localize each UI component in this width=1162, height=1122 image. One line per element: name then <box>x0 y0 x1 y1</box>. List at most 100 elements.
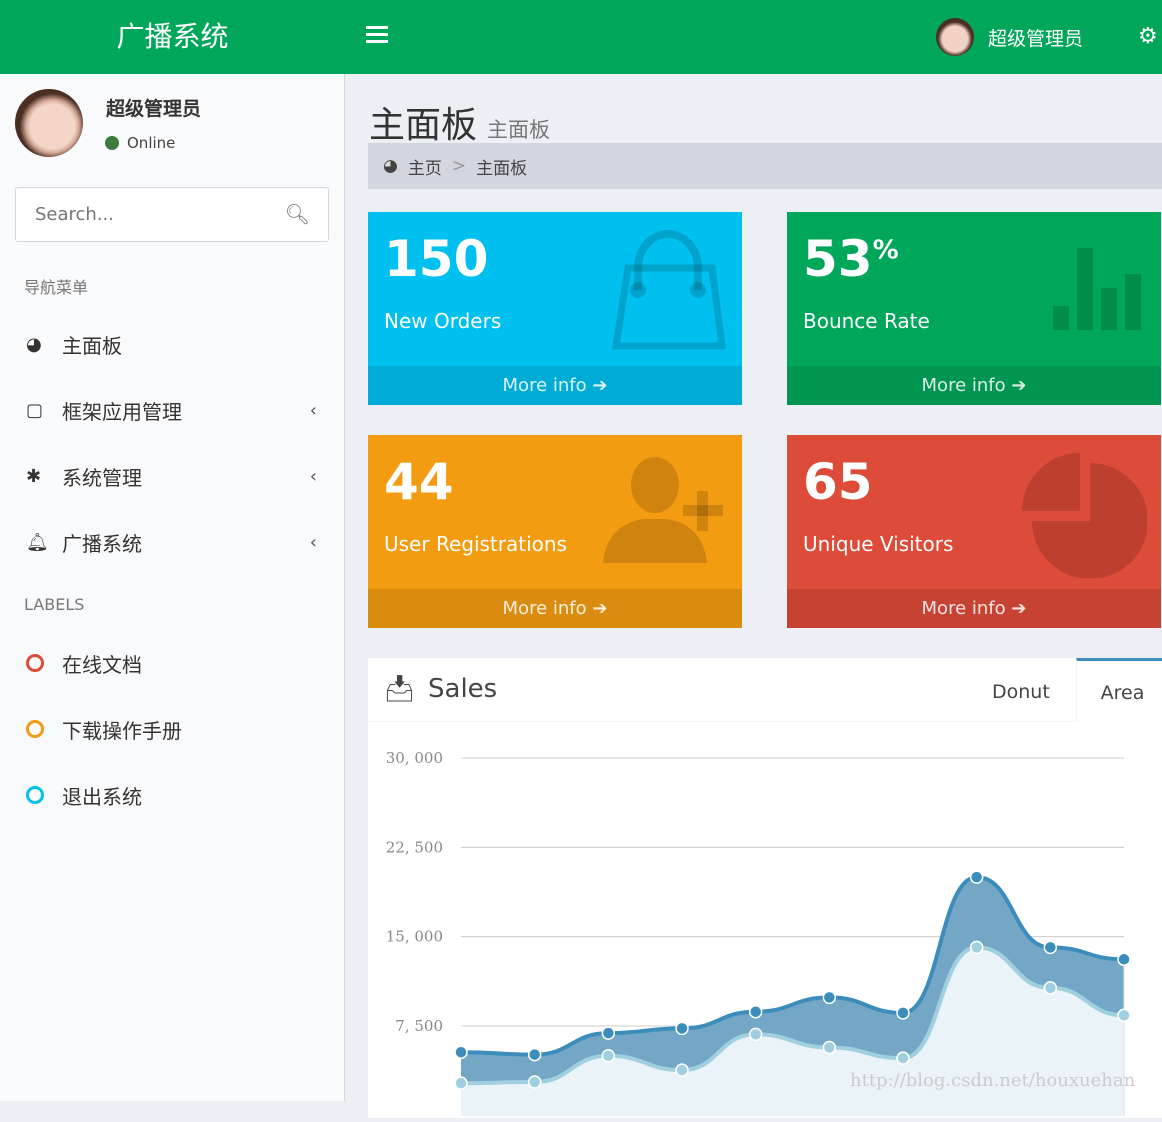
circle-icon <box>26 720 44 738</box>
logo[interactable]: 广播系统 <box>0 0 345 74</box>
stat-label: New Orders <box>384 309 502 333</box>
sidebar-item-label: 主面板 <box>62 333 122 358</box>
chevron-left-icon: ‹ <box>309 465 317 487</box>
status-online: Online <box>105 134 175 152</box>
sales-panel: 📥︎ Sales Donut Area 30, 000 22, 500 15, 000… <box>368 658 1162 1118</box>
page-title: 主面板 主面板 <box>369 96 550 148</box>
pie-chart-icon <box>1022 453 1147 578</box>
stat-label: User Registrations <box>384 532 567 556</box>
label-logout[interactable]: 退出系统 <box>0 765 345 825</box>
inbox-icon: 📥︎ <box>383 674 417 704</box>
stat-value: 44 <box>384 453 454 511</box>
sidebar-item-dashboard[interactable]: ◕ 主面板 <box>0 314 345 374</box>
data-point-series-1[interactable] <box>748 1027 763 1042</box>
breadcrumb-home[interactable]: 主页 <box>408 154 442 179</box>
data-point-series-1[interactable] <box>454 1076 468 1090</box>
stat-label: Bounce Rate <box>803 309 930 333</box>
stat-box-visitors: 65 Unique Visitors More info ➔ <box>787 435 1161 628</box>
chevron-left-icon: ‹ <box>309 399 317 421</box>
y-tick-label: 30, 000 <box>386 749 443 767</box>
stat-value: 65 <box>803 453 873 511</box>
page-subtitle: 主面板 <box>487 118 551 142</box>
data-point-series-2[interactable] <box>822 990 837 1005</box>
tab-donut[interactable]: Donut <box>992 658 1050 722</box>
data-point-series-2[interactable] <box>601 1026 616 1040</box>
sales-title: Sales <box>428 674 498 704</box>
stat-value: 53 <box>803 230 873 288</box>
data-point-series-1[interactable] <box>1117 1008 1131 1023</box>
data-point-series-1[interactable] <box>1043 981 1058 995</box>
search-form: 🔍︎ <box>15 187 329 242</box>
data-point-series-1[interactable] <box>822 1040 837 1055</box>
label-text: 退出系统 <box>62 784 142 809</box>
data-point-series-1[interactable] <box>601 1049 616 1063</box>
dashboard-icon: ◕ <box>26 333 42 355</box>
stat-value: 150 <box>384 230 489 288</box>
asterisk-icon: ✱ <box>26 465 42 487</box>
stat-suffix: % <box>872 235 899 266</box>
top-header: 广播系统 超级管理员 ⚙ <box>0 0 1162 74</box>
more-info-link[interactable]: More info ➔ <box>787 589 1161 628</box>
user-name: 超级管理员 <box>106 98 202 120</box>
sidebar-item-system[interactable]: ✱ 系统管理 ‹ <box>0 446 345 506</box>
more-info-link[interactable]: More info ➔ <box>787 366 1161 405</box>
sidebar-item-framework[interactable]: ▢ 框架应用管理 ‹ <box>0 380 345 440</box>
user-name: 超级管理员 <box>988 27 1084 50</box>
search-icon[interactable]: 🔍︎ <box>285 202 310 226</box>
user-menu[interactable]: 超级管理员 <box>936 18 1083 56</box>
sidebar-item-broadcast[interactable]: 🔔︎ 广播系统 ‹ <box>0 512 345 572</box>
label-text: 在线文档 <box>62 652 142 677</box>
square-icon: ▢ <box>26 399 44 421</box>
tab-area[interactable]: Area <box>1076 658 1162 722</box>
dashboard-icon: ◕ <box>383 156 398 176</box>
circle-icon <box>26 786 44 804</box>
data-point-series-2[interactable] <box>675 1021 689 1036</box>
data-point-series-2[interactable] <box>748 1004 763 1019</box>
label-download-manual[interactable]: 下载操作手册 <box>0 699 345 759</box>
data-point-series-1[interactable] <box>969 940 984 955</box>
avatar <box>936 18 974 56</box>
label-text: 下载操作手册 <box>62 718 182 743</box>
breadcrumb-current: 主面板 <box>476 158 528 179</box>
data-point-series-2[interactable] <box>969 870 984 884</box>
user-plus-icon <box>603 457 723 563</box>
data-point-series-2[interactable] <box>1043 940 1058 955</box>
nav-header: 导航菜单 <box>24 278 89 297</box>
stat-box-registrations: 44 User Registrations More info ➔ <box>368 435 742 628</box>
circle-icon <box>26 654 44 672</box>
breadcrumb-separator: > <box>451 156 467 176</box>
label-online-docs[interactable]: 在线文档 <box>0 633 345 693</box>
shopping-bag-icon <box>611 230 726 350</box>
y-tick-label: 22, 500 <box>386 838 443 856</box>
sidebar-toggle-button[interactable] <box>366 26 388 46</box>
y-tick-label: 15, 000 <box>386 928 443 946</box>
data-point-series-1[interactable] <box>896 1051 910 1065</box>
more-info-link[interactable]: More info ➔ <box>368 366 742 405</box>
status-text: Online <box>127 134 176 152</box>
sidebar: 超级管理员 Online 🔍︎ 导航菜单 ◕ 主面板 ▢ 框架应用管理 ‹ ✱ 系统管理… <box>0 74 345 1101</box>
watermark: http://blog.csdn.net/houxuehan <box>850 1070 1136 1091</box>
sidebar-item-label: 系统管理 <box>62 465 142 490</box>
gears-icon[interactable]: ⚙ <box>1138 24 1158 49</box>
data-point-series-2[interactable] <box>454 1045 468 1059</box>
online-dot-icon <box>105 136 119 150</box>
y-tick-label: 7, 500 <box>395 1017 443 1035</box>
data-point-series-2[interactable] <box>1117 952 1131 967</box>
data-point-series-1[interactable] <box>675 1063 689 1077</box>
page-title-text: 主面板 <box>369 105 478 146</box>
search-input[interactable] <box>16 188 266 241</box>
breadcrumb: ◕ 主页 > 主面板 <box>368 143 1162 189</box>
chevron-left-icon: ‹ <box>309 531 317 553</box>
data-point-series-2[interactable] <box>896 1006 910 1020</box>
labels-header: LABELS <box>24 595 85 614</box>
stat-box-orders: 150 New Orders More info ➔ <box>368 212 742 405</box>
stat-label: Unique Visitors <box>803 532 954 556</box>
sidebar-item-label: 框架应用管理 <box>62 399 182 424</box>
sidebar-item-label: 广播系统 <box>62 531 142 556</box>
sales-area-chart: 30, 000 22, 500 15, 000 7, 500 <box>386 749 1131 1116</box>
more-info-link[interactable]: More info ➔ <box>368 589 742 628</box>
avatar <box>15 89 83 157</box>
data-point-series-2[interactable] <box>527 1047 542 1062</box>
stat-box-bounce: 53% Bounce Rate More info ➔ <box>787 212 1161 405</box>
data-point-series-1[interactable] <box>527 1075 542 1089</box>
